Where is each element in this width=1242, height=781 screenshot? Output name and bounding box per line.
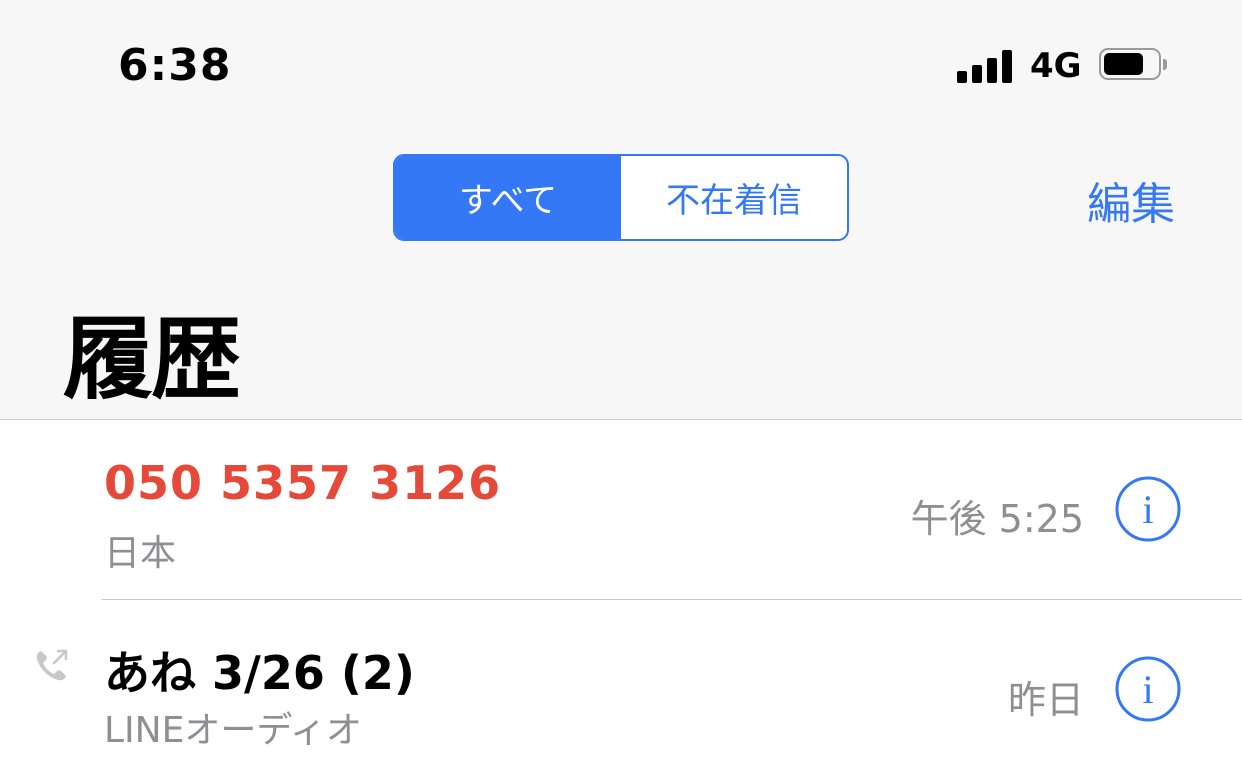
call-time: 午後 5:25: [910, 497, 1084, 541]
battery-level-fill: [1104, 53, 1143, 75]
cellular-signal-icon: [957, 49, 1013, 83]
page-title: 履歴: [63, 307, 241, 412]
call-name: 050 5357 3126: [104, 456, 502, 510]
segment-missed[interactable]: 不在着信: [621, 156, 847, 239]
call-filter-segmented-control[interactable]: すべて 不在着信: [393, 154, 849, 241]
segment-all[interactable]: すべて: [395, 156, 621, 239]
edit-button[interactable]: 編集: [1087, 168, 1175, 232]
svg-text:i: i: [1142, 667, 1153, 712]
outgoing-call-icon: [32, 645, 72, 685]
call-detail: 日本: [104, 533, 177, 574]
header-area: 6:38 4G すべて 不在着信 編集 履歴: [0, 0, 1242, 420]
row-separator: [102, 599, 1242, 600]
call-time: 昨日: [1007, 678, 1084, 722]
info-circle-icon[interactable]: i: [1115, 476, 1181, 542]
svg-text:i: i: [1142, 487, 1153, 532]
call-detail: LINEオーディオ: [104, 710, 362, 751]
call-name: あね 3/26 (2): [104, 646, 415, 700]
call-row[interactable]: 050 5357 3126 日本 午後 5:25 i: [0, 420, 1242, 600]
network-type: 4G: [1030, 46, 1082, 86]
call-row[interactable]: あね 3/26 (2) LINEオーディオ 昨日 i: [0, 601, 1242, 781]
info-circle-icon[interactable]: i: [1115, 656, 1181, 722]
battery-icon: [1099, 48, 1167, 82]
status-time: 6:38: [118, 40, 232, 91]
